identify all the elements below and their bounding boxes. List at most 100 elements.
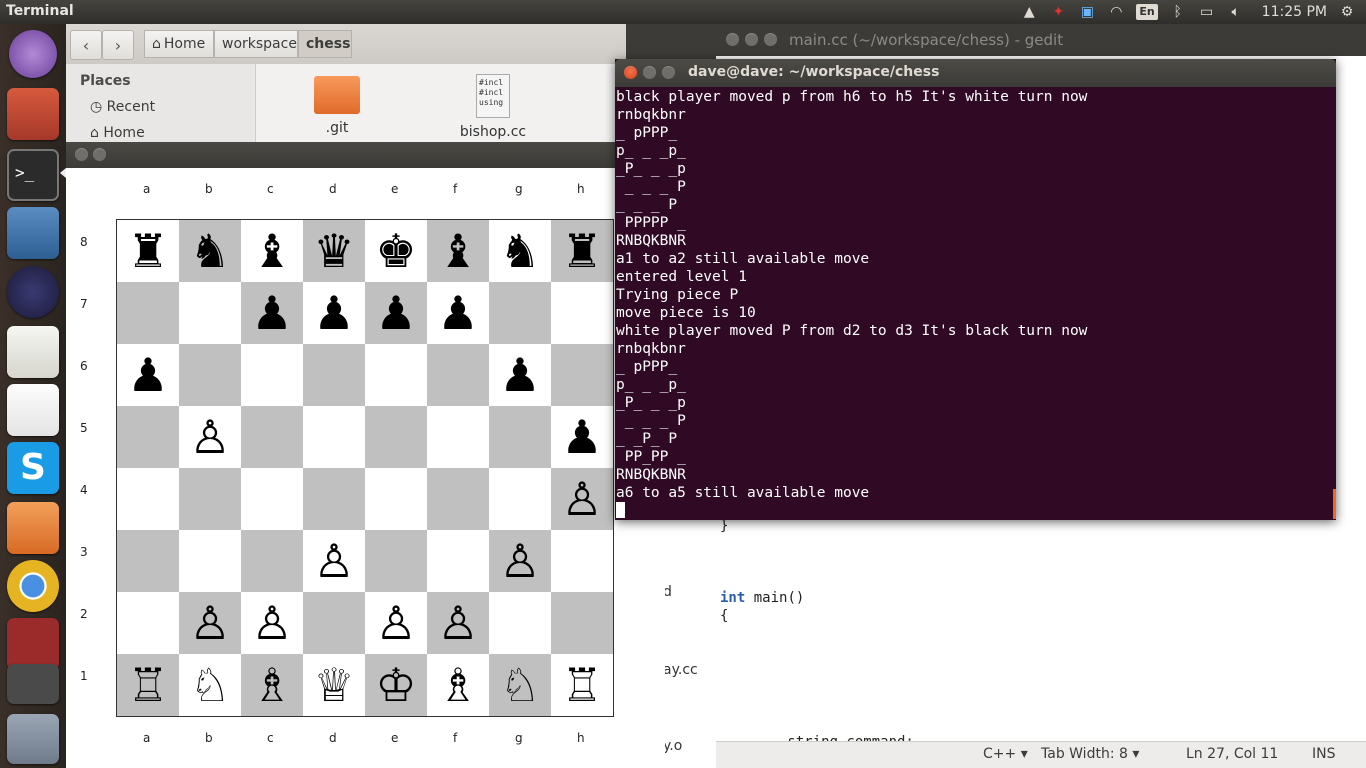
terminal-icon[interactable]: >_	[7, 149, 59, 201]
square-d8[interactable]: ♛	[303, 220, 365, 282]
square-h8[interactable]: ♜	[551, 220, 613, 282]
square-d5[interactable]	[303, 406, 365, 468]
square-h7[interactable]	[551, 282, 613, 344]
square-a1[interactable]: ♖	[117, 654, 179, 716]
chess-piece[interactable]: ♙	[561, 468, 602, 530]
square-f4[interactable]	[427, 468, 489, 530]
breadcrumb-workspace[interactable]: workspace	[214, 30, 298, 58]
chess-piece[interactable]: ♙	[189, 406, 230, 468]
square-f6[interactable]	[427, 344, 489, 406]
square-h5[interactable]: ♟	[551, 406, 613, 468]
square-e5[interactable]	[365, 406, 427, 468]
chess-piece[interactable]: ♝	[251, 220, 292, 282]
square-d3[interactable]: ♙	[303, 530, 365, 592]
chess-piece[interactable]: ♞	[189, 220, 230, 282]
square-f2[interactable]: ♙	[427, 592, 489, 654]
square-e6[interactable]	[365, 344, 427, 406]
square-g7[interactable]	[489, 282, 551, 344]
place-recent[interactable]: ◷ Recent	[90, 99, 155, 115]
terminal-scrollbar[interactable]	[1333, 489, 1336, 519]
chess-piece[interactable]: ♛	[313, 220, 354, 282]
terminal-output[interactable]: black player moved p from h6 to h5 It's …	[616, 88, 1331, 518]
keyboard-layout-indicator[interactable]: En	[1136, 4, 1158, 20]
square-e2[interactable]: ♙	[365, 592, 427, 654]
square-g8[interactable]: ♞	[489, 220, 551, 282]
square-a6[interactable]: ♟	[117, 344, 179, 406]
square-h3[interactable]	[551, 530, 613, 592]
system-monitor-icon[interactable]	[7, 207, 59, 259]
chess-piece[interactable]: ♜	[561, 220, 602, 282]
chess-piece[interactable]: ♜	[127, 220, 168, 282]
battery-icon[interactable]: ▭	[1198, 4, 1216, 20]
square-b7[interactable]	[179, 282, 241, 344]
chess-piece[interactable]: ♗	[251, 654, 292, 716]
square-c4[interactable]	[241, 468, 303, 530]
language-selector[interactable]: C++ ▾	[983, 746, 1028, 762]
update-manager-icon[interactable]	[7, 664, 59, 704]
document-viewer-icon[interactable]	[7, 384, 59, 436]
chess-piece[interactable]: ♞	[499, 220, 540, 282]
teamviewer-icon[interactable]: ▣	[1078, 4, 1096, 20]
workspace-switcher-icon[interactable]	[7, 618, 59, 670]
square-c2[interactable]: ♙	[241, 592, 303, 654]
square-a8[interactable]: ♜	[117, 220, 179, 282]
dropbox-icon[interactable]: ✦	[1049, 4, 1067, 20]
square-g1[interactable]: ♘	[489, 654, 551, 716]
breadcrumb-home[interactable]: ⌂ Home	[144, 30, 214, 58]
square-e4[interactable]	[365, 468, 427, 530]
square-g3[interactable]: ♙	[489, 530, 551, 592]
square-a7[interactable]	[117, 282, 179, 344]
square-h2[interactable]	[551, 592, 613, 654]
chess-piece[interactable]: ♕	[313, 654, 354, 716]
chess-board[interactable]: ♜ ♞ ♝ ♛ ♚ ♝ ♞ ♜ ♟ ♟ ♟ ♟ ♟ ♟ ♙ ♟ ♙ ♙ ♙ ♙ ♙ ♙ ♙ ♖ ♘ ♗ ♕ ♔ ♗ ♘ ♖	[116, 219, 614, 717]
chess-piece[interactable]: ♙	[251, 592, 292, 654]
square-e1[interactable]: ♔	[365, 654, 427, 716]
terminal-window[interactable]: dave@dave: ~/workspace/chess black playe…	[615, 59, 1336, 520]
cloud-sync-icon[interactable]: ▲	[1020, 4, 1038, 20]
skype-icon[interactable]: S	[7, 442, 59, 494]
trash-icon[interactable]	[7, 714, 59, 764]
place-home[interactable]: ⌂ Home	[90, 125, 145, 141]
terminal-minimize-button[interactable]	[643, 66, 656, 79]
chess-piece[interactable]: ♟	[313, 282, 354, 344]
tab-width-selector[interactable]: Tab Width: 8 ▾	[1041, 746, 1139, 762]
chess-piece[interactable]: ♟	[251, 282, 292, 344]
chess-piece[interactable]: ♖	[127, 654, 168, 716]
back-button[interactable]: ‹	[70, 30, 102, 60]
square-c5[interactable]	[241, 406, 303, 468]
chess-piece[interactable]: ♙	[375, 592, 416, 654]
square-h1[interactable]: ♖	[551, 654, 613, 716]
square-d6[interactable]	[303, 344, 365, 406]
power-gear-icon[interactable]: ⚙	[1338, 4, 1356, 20]
square-e3[interactable]	[365, 530, 427, 592]
square-h4[interactable]: ♙	[551, 468, 613, 530]
square-b3[interactable]	[179, 530, 241, 592]
chess-piece[interactable]: ♚	[375, 220, 416, 282]
square-b4[interactable]	[179, 468, 241, 530]
software-center-icon[interactable]	[7, 502, 59, 554]
chess-close-button[interactable]	[75, 148, 88, 161]
square-e8[interactable]: ♚	[365, 220, 427, 282]
chess-piece[interactable]: ♝	[437, 220, 478, 282]
square-f8[interactable]: ♝	[427, 220, 489, 282]
square-b8[interactable]: ♞	[179, 220, 241, 282]
square-g4[interactable]	[489, 468, 551, 530]
chess-piece[interactable]: ♟	[499, 344, 540, 406]
square-c3[interactable]	[241, 530, 303, 592]
chess-piece[interactable]: ♖	[561, 654, 602, 716]
square-d7[interactable]: ♟	[303, 282, 365, 344]
square-a3[interactable]	[117, 530, 179, 592]
chess-piece[interactable]: ♘	[189, 654, 230, 716]
square-c7[interactable]: ♟	[241, 282, 303, 344]
square-b6[interactable]	[179, 344, 241, 406]
chess-piece[interactable]: ♟	[375, 282, 416, 344]
clock[interactable]: 11:25 PM	[1262, 4, 1327, 20]
square-c1[interactable]: ♗	[241, 654, 303, 716]
gedit-close-button[interactable]	[726, 33, 739, 46]
chess-piece[interactable]: ♙	[313, 530, 354, 592]
gedit-minimize-button[interactable]	[745, 33, 758, 46]
terminal-prompt-line[interactable]	[616, 502, 1331, 518]
ubuntu-dash-icon[interactable]	[9, 30, 57, 78]
forward-button[interactable]: ›	[102, 30, 134, 60]
terminal-maximize-button[interactable]	[662, 66, 675, 79]
